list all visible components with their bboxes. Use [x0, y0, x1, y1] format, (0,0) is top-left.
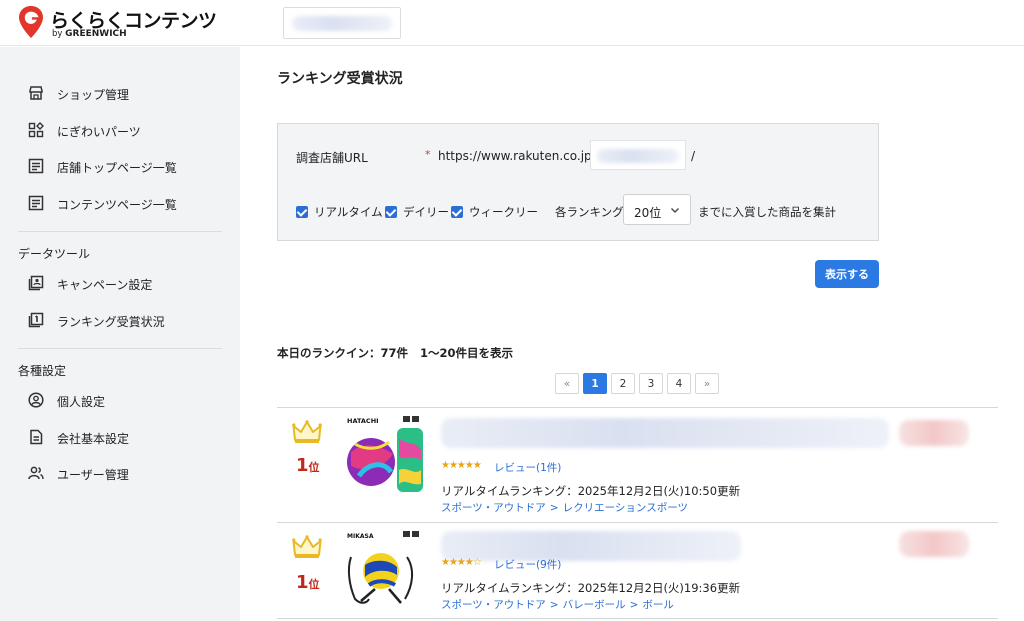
sidebar-item-label: 会社基本設定	[57, 432, 130, 446]
rank-position: 1位	[296, 572, 320, 593]
store-url-label: 調査店舗URL	[296, 151, 368, 165]
checkbox-daily[interactable]: デイリー	[385, 204, 449, 220]
sidebar-item-nigiwai-parts[interactable]: にぎわいパーツ	[0, 115, 240, 145]
sidebar-divider	[18, 348, 222, 349]
checkbox-checked-icon	[296, 206, 308, 218]
sidebar-item-store-top-pages[interactable]: 店舗トップページ一覧	[0, 151, 240, 181]
document-list-icon	[28, 158, 44, 174]
sidebar-item-content-pages[interactable]: コンテンツページ一覧	[0, 188, 240, 218]
page-title: ランキング受賞状況	[277, 71, 403, 87]
store-id-redacted	[597, 149, 679, 163]
document-list-icon	[28, 195, 44, 211]
logo-pin-icon	[19, 6, 43, 38]
file-icon	[30, 429, 43, 445]
rank-position: 1位	[296, 455, 320, 476]
category-breadcrumb: スポーツ・アウトドア > バレーボール > ボール	[441, 599, 674, 611]
rank-limit-select[interactable]: 20位	[623, 194, 691, 225]
rating-stars: ★★★★☆	[441, 557, 482, 568]
sidebar-item-shop-management[interactable]: ショップ管理	[0, 78, 240, 108]
shop-name-redacted	[292, 16, 392, 31]
logo-subtitle: by GREENWICH	[52, 29, 127, 39]
crown-icon	[292, 535, 322, 558]
price-redacted	[899, 531, 969, 557]
pagination-page-3[interactable]: 3	[639, 373, 663, 394]
checkbox-checked-icon	[451, 206, 463, 218]
pagination-prev[interactable]: «	[555, 373, 579, 394]
show-results-button[interactable]: 表示する	[815, 260, 879, 288]
checkbox-label: リアルタイム	[314, 205, 383, 219]
rank-limit-suffix: までに入賞した商品を集計	[698, 205, 836, 219]
sidebar-divider	[18, 231, 222, 232]
product-thumbnail[interactable]: HATACHI	[345, 414, 425, 494]
breadcrumb-link[interactable]: バレーボール	[563, 599, 626, 611]
checkbox-label: ウィークリー	[469, 205, 538, 219]
store-id-input[interactable]	[590, 140, 686, 170]
list-divider	[277, 618, 998, 619]
pagination-page-2[interactable]: 2	[611, 373, 635, 394]
results-summary: 本日のランクイン：77件 1〜20件目を表示	[277, 345, 521, 361]
sidebar-item-label: コンテンツページ一覧	[57, 198, 177, 212]
ranking-list-item: 1位 MIKASA ★★★★☆ レビュー(9件) リアルタイムランキング：202…	[277, 523, 998, 621]
checkbox-realtime[interactable]: リアルタイム	[296, 204, 383, 220]
product-title-redacted	[441, 531, 741, 561]
ranked-count-text: 本日のランクイン：77件	[277, 346, 409, 360]
review-link[interactable]: レビュー(9件)	[494, 557, 561, 572]
ranking-list-item: 1位 HATACHI ★★★★★ レビュー(1件) リアルタイムランキング：20…	[277, 408, 998, 522]
sidebar-item-label: 店舗トップページ一覧	[57, 161, 177, 175]
pagination-page-1[interactable]: 1	[583, 373, 607, 394]
product-title-redacted	[441, 418, 889, 448]
thumbnail-brand-text: MIKASA	[347, 533, 374, 540]
breadcrumb-link[interactable]: スポーツ・アウトドア	[441, 502, 546, 514]
sidebar-item-company-settings[interactable]: 会社基本設定	[0, 422, 240, 452]
store-icon	[29, 86, 43, 100]
product-thumbnail[interactable]: MIKASA	[345, 529, 425, 609]
checkbox-label: デイリー	[403, 205, 449, 219]
price-redacted	[899, 420, 969, 446]
rating-stars: ★★★★★	[441, 460, 482, 471]
users-icon	[28, 466, 44, 480]
thumbnail-brand-text: HATACHI	[347, 417, 379, 425]
user-circle-icon	[28, 392, 44, 408]
sidebar-item-label: 個人設定	[57, 395, 106, 409]
pagination-next[interactable]: »	[695, 373, 719, 394]
checkbox-weekly[interactable]: ウィークリー	[451, 204, 538, 220]
breadcrumb-link[interactable]: ボール	[642, 599, 674, 611]
sidebar-item-label: キャンペーン設定	[57, 278, 153, 292]
sidebar-item-label: ショップ管理	[57, 88, 130, 102]
sidebar-section-settings: 各種設定	[18, 364, 67, 378]
chevron-down-icon	[671, 208, 679, 213]
sidebar-item-label: ランキング受賞状況	[57, 315, 165, 329]
widgets-icon	[28, 122, 44, 138]
sidebar-item-personal-settings[interactable]: 個人設定	[0, 385, 240, 415]
ranking-updated-text: リアルタイムランキング：2025年12月2日(火)10:50更新	[441, 484, 741, 498]
sidebar-item-label: にぎわいパーツ	[57, 125, 141, 139]
search-form-panel: 調査店舗URL * https://www.rakuten.co.jp/ / リ…	[277, 123, 879, 241]
review-link[interactable]: レビュー(1件)	[494, 460, 561, 475]
ranking-icon	[28, 312, 44, 328]
campaign-icon	[28, 275, 44, 291]
pagination-page-4[interactable]: 4	[667, 373, 691, 394]
sidebar-section-data-tools: データツール	[18, 247, 91, 261]
pagination: « 1 2 3 4 »	[555, 373, 719, 394]
sidebar-item-user-management[interactable]: ユーザー管理	[0, 458, 240, 488]
app-header: らくらくコンテンツ by GREENWICH	[0, 0, 1024, 46]
checkbox-checked-icon	[385, 206, 397, 218]
breadcrumb-link[interactable]: レクリエーションスポーツ	[563, 502, 688, 514]
shop-selector[interactable]	[283, 7, 401, 39]
sidebar-item-ranking-status[interactable]: ランキング受賞状況	[0, 305, 240, 335]
sidebar: ショップ管理 にぎわいパーツ 店舗トップページ一覧 コンテンツページ一覧 データ…	[0, 47, 240, 621]
sidebar-item-label: ユーザー管理	[57, 468, 129, 482]
rank-limit-value: 20位	[634, 206, 662, 220]
url-prefix: https://www.rakuten.co.jp/	[438, 149, 596, 163]
displayed-range-text: 1〜20件目を表示	[420, 346, 514, 360]
category-breadcrumb: スポーツ・アウトドア > レクリエーションスポーツ	[441, 502, 688, 514]
ranking-updated-text: リアルタイムランキング：2025年12月2日(火)19:36更新	[441, 581, 741, 595]
sidebar-item-campaign-settings[interactable]: キャンペーン設定	[0, 268, 240, 298]
required-mark: *	[425, 148, 431, 161]
url-suffix: /	[691, 149, 696, 163]
breadcrumb-link[interactable]: スポーツ・アウトドア	[441, 599, 546, 611]
crown-icon	[292, 420, 322, 443]
